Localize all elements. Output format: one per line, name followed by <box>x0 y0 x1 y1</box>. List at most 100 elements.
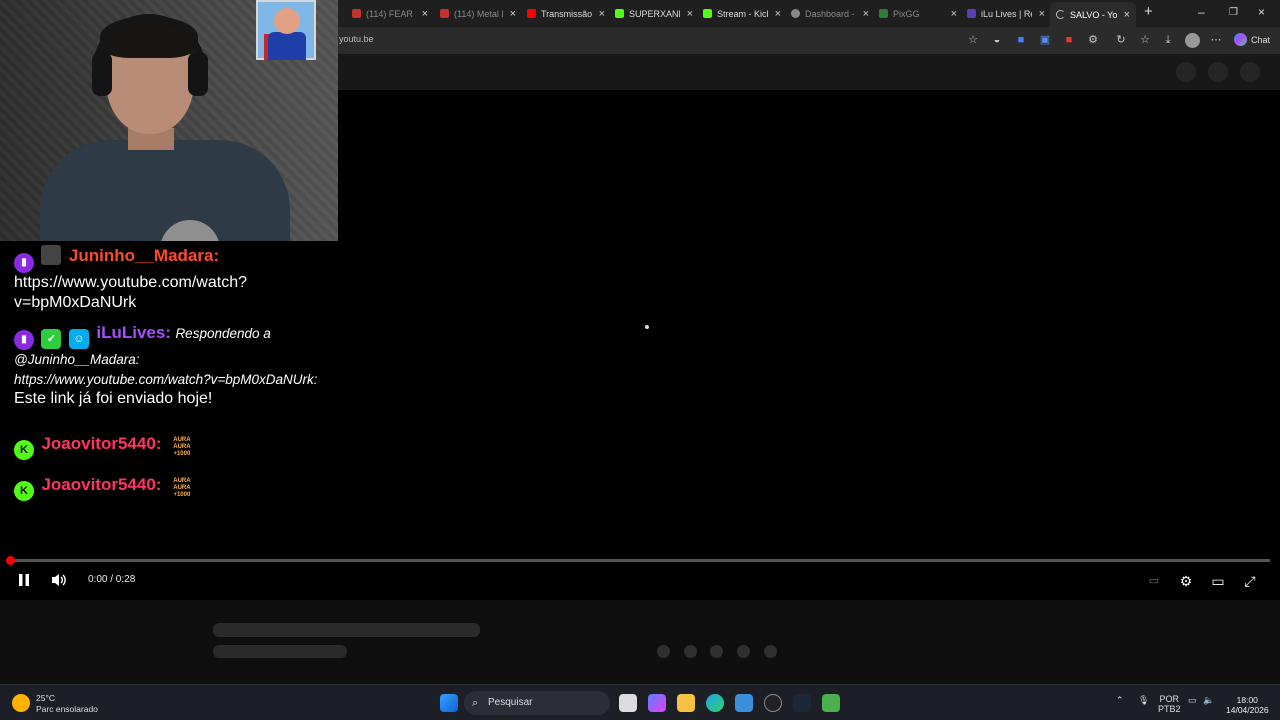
more-icon[interactable]: ⋯ <box>1209 33 1223 47</box>
subtitles-icon[interactable]: ▭ <box>1145 573 1163 589</box>
vip-badge-icon: ✓ <box>41 329 62 349</box>
chat-message: K Joaovitor5440: AURA AURA +1000 <box>14 434 324 461</box>
youtube-icon <box>527 9 536 18</box>
close-icon[interactable]: × <box>951 8 957 20</box>
game-icon[interactable] <box>822 694 840 712</box>
minimize-icon[interactable]: – <box>1198 5 1205 19</box>
weather-widget[interactable]: 25°C Parc ensolarado <box>12 693 98 715</box>
copilot-chat-button[interactable]: Chat <box>1234 33 1270 46</box>
network-icon[interactable]: ▭ <box>1188 695 1197 706</box>
windows-taskbar: 25°C Parc ensolarado ⌕ Pesquisar ⌃ 🎙 POR… <box>0 684 1280 720</box>
bot-badge-icon: ☺ <box>68 329 89 349</box>
language-indicator[interactable]: POR PTB2 <box>1158 694 1181 714</box>
restore-icon[interactable]: ❐ <box>1229 7 1238 18</box>
sun-icon <box>12 694 30 712</box>
taskbar-clock[interactable]: 18:00 14/04/2026 <box>1226 695 1269 715</box>
close-icon[interactable]: × <box>775 8 781 20</box>
webcam-overlay <box>0 0 338 241</box>
time-display: 0:00 / 0:28 <box>88 574 136 585</box>
copilot-icon[interactable] <box>648 694 666 712</box>
office-icon[interactable]: ■ <box>1062 33 1076 47</box>
kick-icon: K <box>14 440 34 460</box>
skeleton-dot <box>657 645 670 658</box>
superman-poster <box>256 0 316 60</box>
favorites-icon[interactable]: ☆ <box>1138 33 1152 47</box>
profile-avatar[interactable] <box>1185 33 1200 48</box>
obs-icon[interactable] <box>764 694 782 712</box>
extensions-icon[interactable]: ⚙ <box>1086 33 1100 47</box>
aura-emote: AURA AURA +1000 <box>173 478 191 498</box>
address-input[interactable]: youtu.be <box>339 34 374 44</box>
close-icon[interactable]: × <box>863 8 869 20</box>
globe-icon <box>791 9 800 18</box>
kick-icon <box>615 9 624 18</box>
kick-icon: K <box>14 481 34 501</box>
tab-dashboard[interactable]: Dashboard - × <box>791 4 869 23</box>
volume-icon <box>52 574 66 586</box>
close-window-icon[interactable]: × <box>1258 5 1265 19</box>
aura-emote: AURA AURA +1000 <box>173 437 191 457</box>
close-icon[interactable]: × <box>422 8 428 20</box>
shield-extension-icon[interactable]: ■ <box>1014 33 1028 47</box>
search-icon: ⌕ <box>472 697 479 709</box>
file-explorer-icon[interactable] <box>677 694 695 712</box>
volume-button[interactable] <box>50 573 68 589</box>
refresh-extension-icon[interactable]: ↻ <box>1114 33 1128 47</box>
store-icon[interactable] <box>735 694 753 712</box>
header-placeholder-circle <box>1240 62 1260 82</box>
streamer-shirt <box>40 140 290 241</box>
twitch-icon: ▮ <box>14 330 34 350</box>
kick-icon <box>703 9 712 18</box>
microphone-icon[interactable]: 🎙 <box>1138 695 1149 706</box>
tray-chevron-icon[interactable]: ⌃ <box>1116 695 1124 706</box>
scrubber-handle[interactable] <box>6 556 15 565</box>
close-icon[interactable]: × <box>510 8 516 20</box>
tab-stream-kick[interactable]: Stream - Kick × <box>703 4 781 23</box>
new-tab-button[interactable]: + <box>1144 3 1153 20</box>
extension-glasses-icon[interactable]: ◒ <box>990 33 1004 47</box>
download-icon[interactable]: ⤓ <box>1161 33 1175 47</box>
twitch-icon: ▮ <box>14 253 34 273</box>
star-icon[interactable]: ☆ <box>966 33 980 47</box>
pause-button[interactable] <box>15 573 33 589</box>
skeleton-dot <box>684 645 697 658</box>
close-icon[interactable]: × <box>1124 9 1130 21</box>
speaker-icon[interactable]: 🔈 <box>1203 695 1214 706</box>
ilu-icon <box>967 9 976 18</box>
page-below-player <box>0 600 1280 684</box>
loading-spinner-icon <box>1056 10 1065 19</box>
chat-message: ▮ Juninho__Madara: https://www.youtube.c… <box>14 245 247 311</box>
close-icon[interactable]: × <box>687 8 693 20</box>
title-skeleton <box>213 623 480 637</box>
youtube-header <box>338 54 1280 90</box>
tab-ilu-lives[interactable]: iLu Lives | Rea × <box>967 4 1045 23</box>
subtitle-skeleton <box>213 645 347 658</box>
skeleton-dot <box>737 645 750 658</box>
edge-icon[interactable] <box>706 694 724 712</box>
user-badge-icon <box>41 245 62 265</box>
skeleton-dot <box>764 645 777 658</box>
pause-icon <box>19 574 29 586</box>
tab-fear[interactable]: (114) FEAR TI × <box>352 4 428 23</box>
tab-superxanda[interactable]: SUPERXANDA × <box>615 4 693 23</box>
translate-icon[interactable]: ▣ <box>1038 33 1052 47</box>
close-icon[interactable]: × <box>599 8 605 20</box>
chat-message: ▮ ✓ ☺ iLuLives: Respondendo a @Juninho__… <box>14 323 318 407</box>
settings-gear-icon[interactable]: ⚙ <box>1177 573 1195 589</box>
close-icon[interactable]: × <box>1039 8 1045 20</box>
theater-mode-icon[interactable]: ▭ <box>1209 573 1227 589</box>
steam-icon[interactable] <box>793 694 811 712</box>
progress-bar[interactable] <box>6 556 1270 565</box>
windows-start-icon[interactable] <box>440 694 458 712</box>
fullscreen-icon[interactable]: ⤢ <box>1241 573 1259 589</box>
task-view-icon[interactable] <box>619 694 637 712</box>
tab-transmissao[interactable]: Transmissão a × <box>527 4 605 23</box>
youtube-icon <box>440 9 449 18</box>
tab-salvo-youtube[interactable]: SALVO - YouT × <box>1050 2 1136 27</box>
taskbar-search[interactable]: ⌕ Pesquisar <box>464 691 610 715</box>
header-placeholder-circle <box>1208 62 1228 82</box>
tab-metal[interactable]: (114) Metal In × <box>440 4 516 23</box>
loading-dot <box>645 325 649 329</box>
pixgg-icon <box>879 9 888 18</box>
tab-pixgg[interactable]: PixGG × <box>879 4 957 23</box>
